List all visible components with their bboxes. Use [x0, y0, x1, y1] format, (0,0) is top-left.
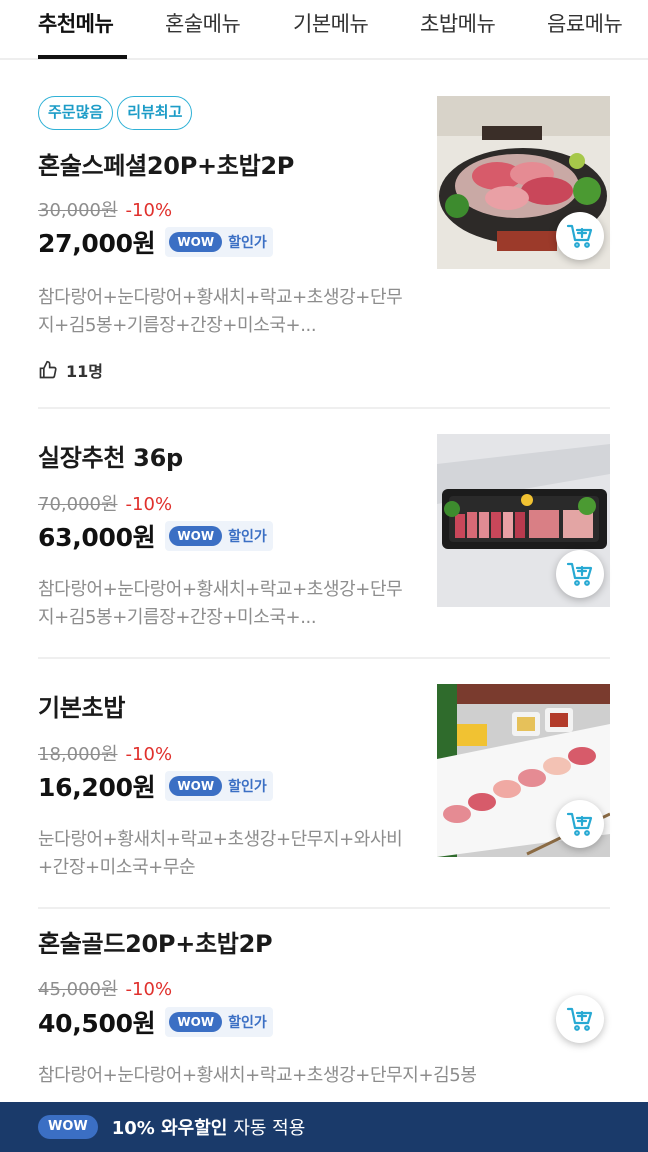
menu-item-description: 참다랑어+눈다랑어+황새치+락교+초생강+단무지+김5봉 [38, 1065, 477, 1086]
original-price: 30,000원 [38, 200, 118, 221]
badge-best-review: 리뷰최고 [117, 96, 193, 130]
add-to-cart-button[interactable] [556, 550, 604, 598]
thumbs-up-icon [39, 360, 57, 379]
badge-popular: 주문많음 [38, 96, 114, 130]
wow-price-chip: WOW 할인가 [165, 771, 273, 801]
price-row: 16,200원 WOW 할인가 [38, 768, 273, 804]
original-price-row: 30,000원 -10% [38, 196, 172, 222]
price-row: 40,500원 WOW 할인가 [38, 1004, 273, 1040]
like-count-text: 11명 [66, 362, 103, 381]
price-row: 63,000원 WOW 할인가 [38, 518, 273, 554]
sale-price: 27,000원 [38, 229, 156, 258]
wow-badge: WOW [169, 1012, 223, 1032]
original-price: 45,000원 [38, 979, 118, 1000]
original-price-row: 45,000원 -10% [38, 975, 172, 1001]
original-price: 18,000원 [38, 744, 118, 765]
add-to-cart-icon [566, 224, 593, 248]
wow-badge: WOW [38, 1115, 98, 1139]
item-divider [38, 657, 610, 659]
wow-discount-banner[interactable]: WOW 10% 와우할인 자동 적용 [0, 1102, 648, 1152]
menu-item-name: 기본초밥 [38, 694, 126, 722]
wow-price-chip: WOW 할인가 [165, 521, 273, 551]
add-to-cart-icon [566, 812, 593, 836]
menu-item-name: 혼술스페셜20P+초밥2P [38, 152, 295, 180]
active-tab-indicator [38, 55, 127, 59]
discount-rate: -10% [125, 744, 173, 765]
discount-rate: -10% [125, 200, 173, 221]
discount-rate: -10% [125, 494, 173, 515]
tab-sushi[interactable]: 초밥메뉴 [420, 8, 496, 38]
sale-price: 63,000원 [38, 523, 156, 552]
banner-auto-apply-text: 자동 적용 [233, 1118, 306, 1139]
wow-badge: WOW [169, 776, 223, 796]
sale-price: 16,200원 [38, 773, 156, 802]
category-tabs: 추천메뉴 혼술메뉴 기본메뉴 초밥메뉴 음료메뉴 [0, 0, 648, 60]
original-price-row: 18,000원 -10% [38, 740, 172, 766]
original-price: 70,000원 [38, 494, 118, 515]
price-row: 27,000원 WOW 할인가 [38, 224, 273, 260]
sale-price: 40,500원 [38, 1009, 156, 1038]
add-to-cart-icon [566, 562, 593, 586]
add-to-cart-button[interactable] [556, 800, 604, 848]
add-to-cart-button[interactable] [556, 995, 604, 1043]
item-divider [38, 907, 610, 909]
menu-item-description: 참다랑어+눈다랑어+황새치+락교+초생강+단무지+김5봉+기름장+간장+미소국+… [38, 287, 403, 336]
wow-price-label: 할인가 [228, 235, 267, 251]
badge-group: 주문많음 리뷰최고 [38, 96, 193, 130]
original-price-row: 70,000원 -10% [38, 490, 172, 516]
tab-drinks[interactable]: 음료메뉴 [547, 8, 623, 38]
menu-item-description: 참다랑어+눈다랑어+황새치+락교+초생강+단무지+김5봉+기름장+간장+미소국+… [38, 579, 403, 628]
banner-discount-text: 10% 와우할인 [111, 1118, 228, 1139]
wow-badge: WOW [169, 526, 223, 546]
tab-solo-drinking[interactable]: 혼술메뉴 [165, 8, 241, 38]
menu-item-description: 눈다랑어+황새치+락교+초생강+단무지+와사비+간장+미소국+무순 [38, 829, 403, 878]
tab-recommended[interactable]: 추천메뉴 [38, 8, 114, 38]
wow-price-chip: WOW 할인가 [165, 1007, 273, 1037]
tab-basic[interactable]: 기본메뉴 [293, 8, 369, 38]
wow-price-label: 할인가 [228, 1015, 267, 1031]
item-divider [38, 407, 610, 409]
add-to-cart-icon [566, 1007, 593, 1031]
wow-price-chip: WOW 할인가 [165, 227, 273, 257]
add-to-cart-button[interactable] [556, 212, 604, 260]
discount-rate: -10% [125, 979, 173, 1000]
wow-price-label: 할인가 [228, 779, 267, 795]
wow-badge: WOW [169, 232, 223, 252]
menu-item-name: 실장추천 36p [38, 444, 183, 472]
menu-item-name: 혼술골드20P+초밥2P [38, 930, 273, 958]
wow-price-label: 할인가 [228, 529, 267, 545]
like-count: 11명 [38, 358, 103, 382]
